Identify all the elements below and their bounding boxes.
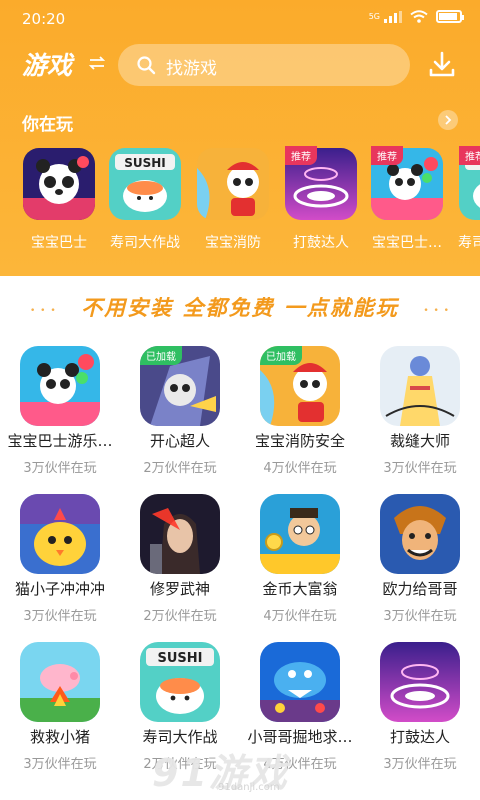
game-card[interactable]: 已加载 宝宝消防安全 4万伙伴在玩 xyxy=(240,342,360,490)
game-name: 欧力给哥哥 xyxy=(382,580,458,598)
game-players: 4万伙伴在玩 xyxy=(263,609,337,624)
page-title: 游戏 xyxy=(22,51,73,80)
slogan-banner: • • • 不用安装 全都免费 一点就能玩 • • • xyxy=(0,292,480,328)
svg-text:SUSHI: SUSHI xyxy=(158,651,203,666)
game-icon-dig-for-treasure xyxy=(260,642,340,722)
recent-item-label: 打鼓达人 xyxy=(293,235,349,251)
game-name: 宝宝巴士游乐… xyxy=(7,432,113,450)
game-players: 3万伙伴在玩 xyxy=(383,757,457,772)
game-card[interactable]: 宝宝巴士游乐… 3万伙伴在玩 xyxy=(0,342,120,490)
game-name: 修罗武神 xyxy=(149,580,210,598)
game-name: 猫小子冲冲冲 xyxy=(14,580,105,598)
recent-item-label: 寿司 xyxy=(458,235,480,251)
loaded-badge: 已加载 xyxy=(140,346,182,365)
game-card[interactable]: 金币大富翁 4万伙伴在玩 xyxy=(240,490,360,638)
game-icon-cat-kid xyxy=(20,494,100,574)
game-name: 裁缝大师 xyxy=(389,432,450,450)
recent-more-button[interactable] xyxy=(438,110,458,130)
recent-item-label: 宝宝消防 xyxy=(205,235,261,251)
slogan-decoration-right: • • • xyxy=(423,306,450,316)
game-icon-baby-bus-park xyxy=(20,346,100,426)
network-type-label: 5G xyxy=(368,11,380,21)
recommend-badge: 推荐 xyxy=(371,146,403,165)
svg-text:SUSHI: SUSHI xyxy=(124,156,166,170)
battery-icon xyxy=(436,10,464,23)
game-icon-drum-master xyxy=(380,642,460,722)
game-icon-tailor-master xyxy=(380,346,460,426)
game-name: 宝宝消防安全 xyxy=(254,432,345,450)
game-icon-baby-bus xyxy=(23,148,95,220)
game-players: 3万伙伴在玩 xyxy=(383,461,457,476)
game-icon-save-piggy xyxy=(20,642,100,722)
game-card[interactable]: 救救小猪 3万伙伴在玩 xyxy=(0,638,120,786)
game-players: 3万伙伴在玩 xyxy=(23,461,97,476)
game-players: 2万伙伴在玩 xyxy=(143,461,217,476)
download-icon[interactable] xyxy=(428,50,456,78)
game-icon-fire-rescue xyxy=(197,148,269,220)
game-card[interactable]: 修罗武神 2万伙伴在玩 xyxy=(120,490,240,638)
game-card[interactable]: 猫小子冲冲冲 3万伙伴在玩 xyxy=(0,490,120,638)
game-icon-happy-superman: 已加载 xyxy=(140,346,220,426)
site-watermark: 91游戏 91danji.com xyxy=(152,742,322,798)
game-players: 4万伙伴在玩 xyxy=(263,461,337,476)
game-icon-shura-god xyxy=(140,494,220,574)
game-card[interactable]: 打鼓达人 3万伙伴在玩 xyxy=(360,638,480,786)
recent-games-list: 宝宝巴士 SUSHI 寿司大作战 宝宝消防 推荐 打鼓达人 推荐 宝宝巴士… 推… xyxy=(0,146,480,256)
game-card[interactable]: 裁缝大师 3万伙伴在玩 xyxy=(360,342,480,490)
system-icons: 5G xyxy=(368,10,464,23)
game-players: 3万伙伴在玩 xyxy=(383,609,457,624)
recent-section-title: 你在玩 xyxy=(22,115,73,135)
game-card[interactable]: 欧力给哥哥 3万伙伴在玩 xyxy=(360,490,480,638)
recent-item-label: 宝宝巴士 xyxy=(31,235,87,251)
game-icon-sushi: SUSHI xyxy=(109,148,181,220)
search-input[interactable]: 找游戏 xyxy=(118,44,410,86)
game-name: 开心超人 xyxy=(149,432,210,450)
search-placeholder: 找游戏 xyxy=(166,59,217,79)
game-name: 金币大富翁 xyxy=(262,580,338,598)
search-icon xyxy=(137,56,156,75)
chevron-right-icon xyxy=(445,115,452,125)
loaded-badge: 已加载 xyxy=(260,346,302,365)
game-players: 3万伙伴在玩 xyxy=(23,757,97,772)
status-time: 20:20 xyxy=(22,10,66,28)
game-card[interactable]: 已加载 开心超人 2万伙伴在玩 xyxy=(120,342,240,490)
recent-item-label: 寿司大作战 xyxy=(110,235,180,251)
game-icon-olly-brother xyxy=(380,494,460,574)
recent-item-label: 宝宝巴士… xyxy=(372,235,442,251)
recommend-badge: 推荐 xyxy=(285,146,317,165)
recommend-badge: 推荐 xyxy=(459,146,480,165)
game-name: 救救小猪 xyxy=(29,728,90,746)
watermark-url: 91danji.com xyxy=(218,782,280,793)
game-players: 2万伙伴在玩 xyxy=(143,609,217,624)
game-name: 打鼓达人 xyxy=(389,728,450,746)
switch-icon[interactable] xyxy=(88,56,106,70)
slogan-decoration-left: • • • xyxy=(30,306,57,316)
game-icon-fire-safety: 已加载 xyxy=(260,346,340,426)
header-area: 20:20 5G 游戏 找游戏 你在玩 宝宝巴士 SUSHI 寿司大作战 宝宝消… xyxy=(0,0,480,276)
slogan-text: 不用安装 全都免费 一点就能玩 xyxy=(81,296,399,320)
status-bar: 20:20 5G xyxy=(0,0,480,36)
game-icon-coin-tycoon xyxy=(260,494,340,574)
wifi-icon xyxy=(410,10,428,23)
game-icon-sushi: SUSHI xyxy=(140,642,220,722)
signal-icon xyxy=(384,10,402,23)
game-players: 3万伙伴在玩 xyxy=(23,609,97,624)
